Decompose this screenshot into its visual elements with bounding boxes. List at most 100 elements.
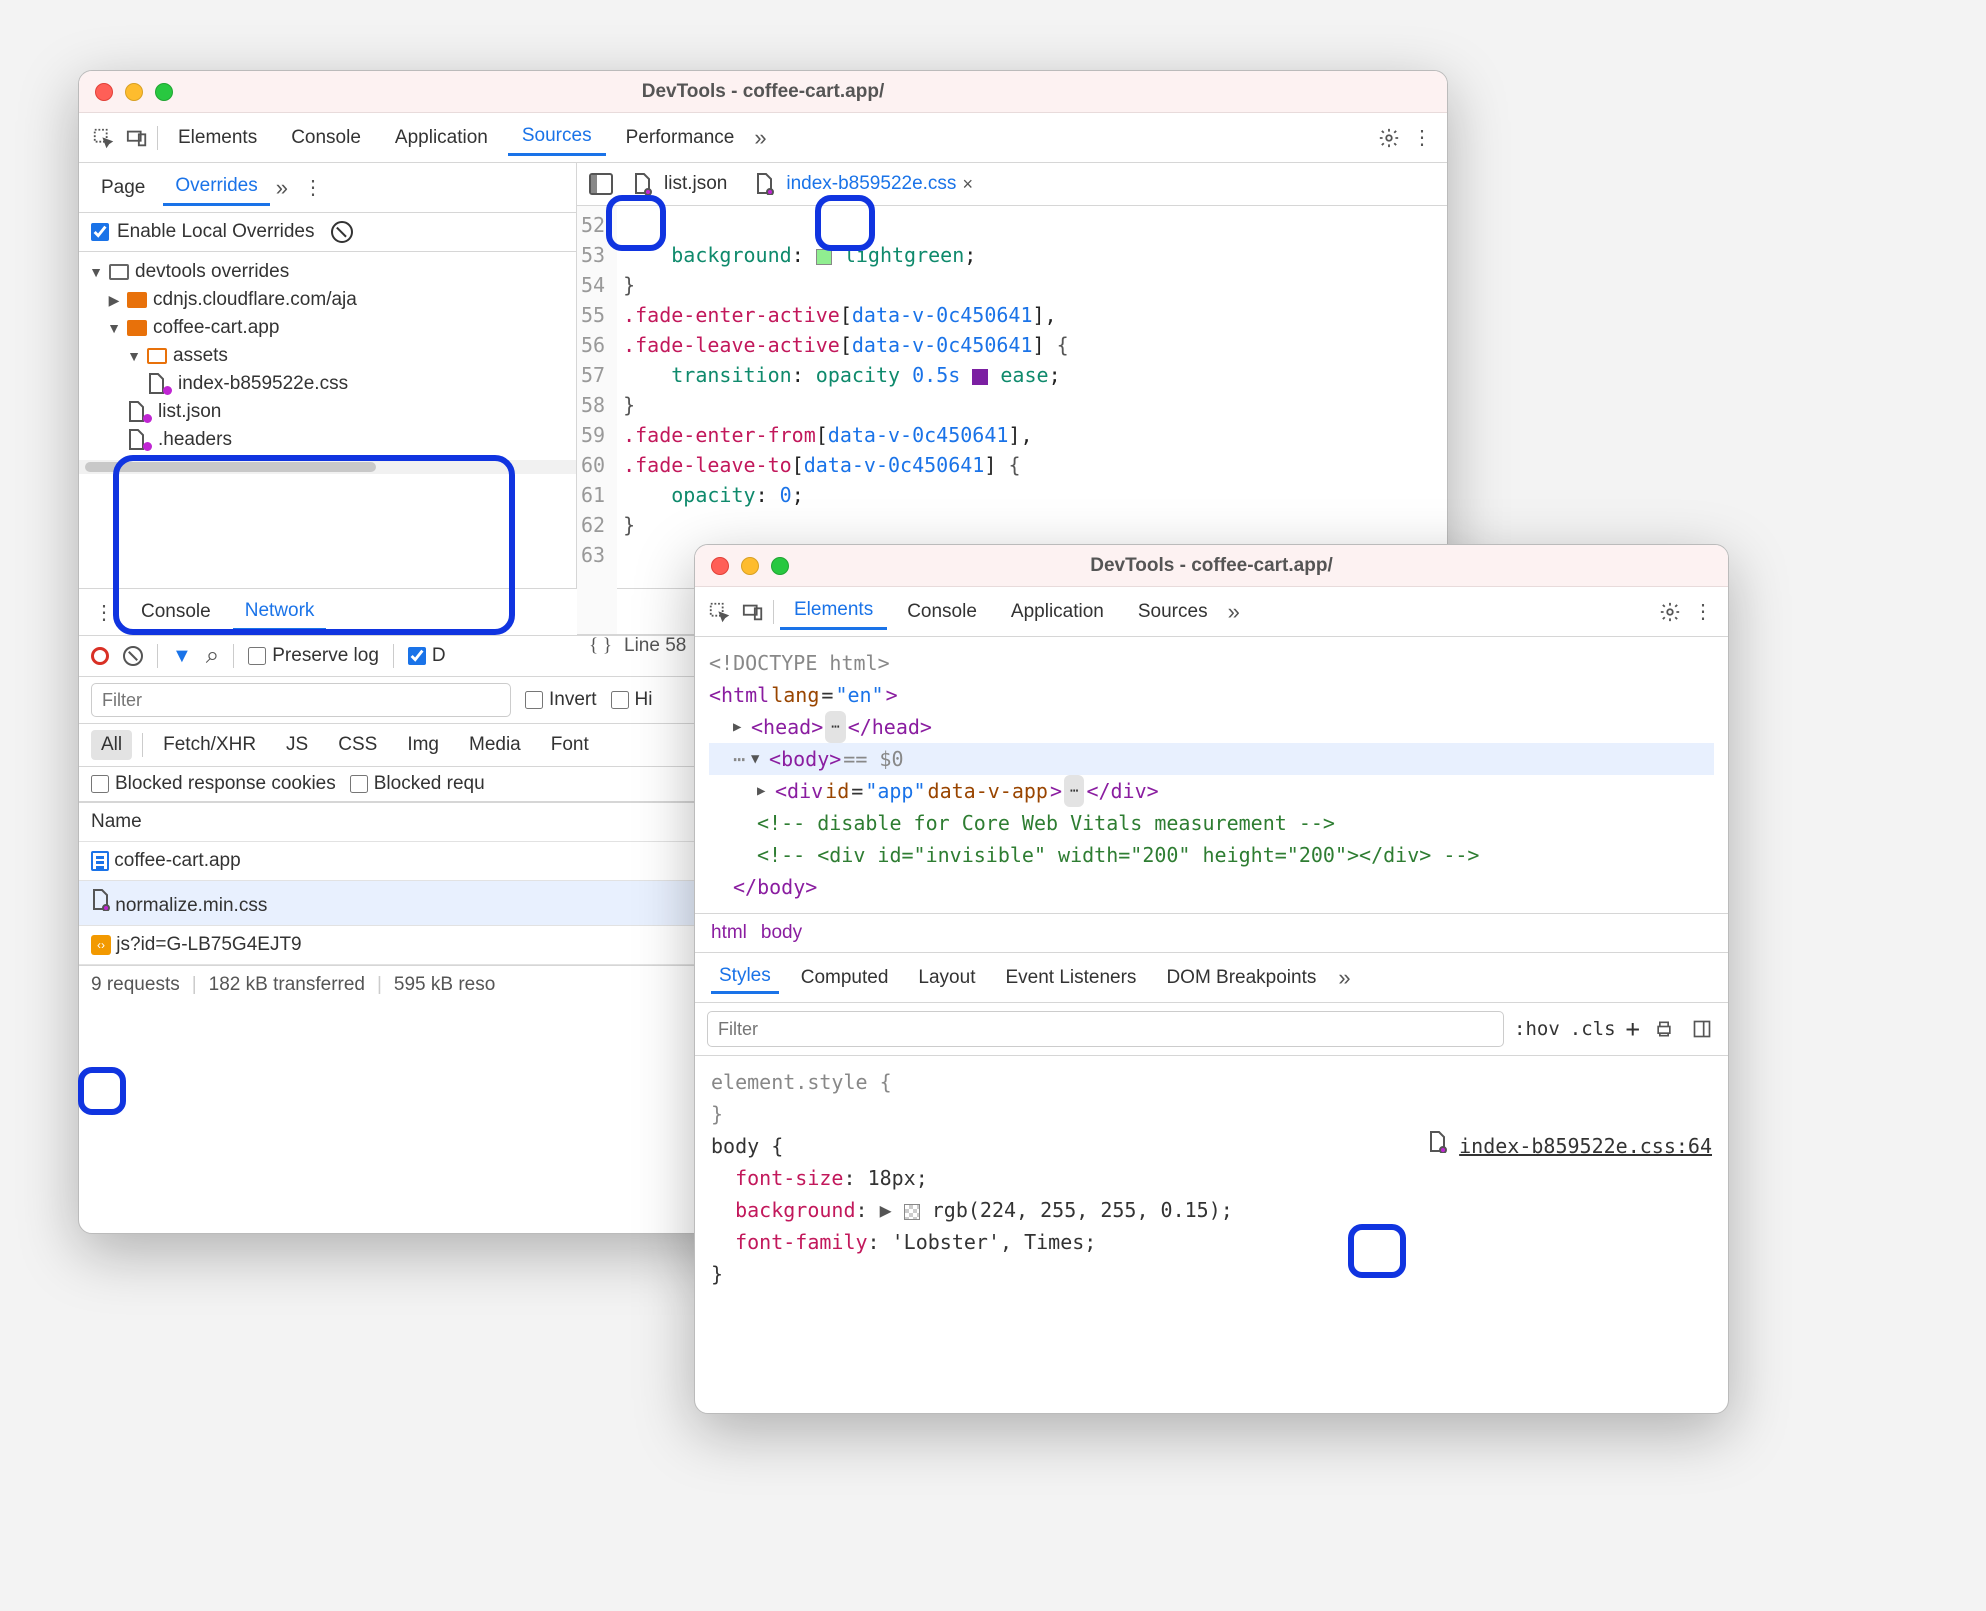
type-img[interactable]: Img	[397, 730, 449, 760]
tab-elements[interactable]: Elements	[780, 593, 887, 630]
selected-element-row[interactable]: ⋯▼<body> == $0	[709, 743, 1714, 775]
tab-console[interactable]: Console	[893, 595, 991, 629]
folder-icon	[127, 320, 147, 336]
tree-file[interactable]: list.json	[158, 401, 221, 423]
styles-tabstrip: Styles Computed Layout Event Listeners D…	[695, 953, 1728, 1003]
tab-dom-breakpoints[interactable]: DOM Breakpoints	[1158, 963, 1324, 993]
close-window[interactable]	[95, 83, 113, 101]
source-link[interactable]: index-b859522e.css:64	[1459, 1134, 1712, 1158]
type-css[interactable]: CSS	[328, 730, 387, 760]
close-window[interactable]	[711, 557, 729, 575]
tab-sources[interactable]: Sources	[508, 119, 606, 156]
dom-tree[interactable]: <!DOCTYPE html> <html lang="en"> ▶<head>…	[695, 637, 1728, 913]
tree-root[interactable]: devtools overrides	[135, 261, 289, 283]
tab-computed[interactable]: Computed	[793, 963, 897, 993]
tree-item[interactable]: assets	[173, 345, 228, 367]
script-icon: ‹›	[91, 935, 111, 955]
drawer-tab-console[interactable]: Console	[129, 595, 223, 629]
type-media[interactable]: Media	[459, 730, 531, 760]
toggle-navigator-icon[interactable]	[587, 170, 615, 198]
enable-overrides-label: Enable Local Overrides	[117, 221, 315, 243]
clear-icon[interactable]	[123, 646, 143, 666]
document-icon	[91, 851, 109, 871]
filter-icon[interactable]: ▼	[172, 645, 192, 668]
type-js[interactable]: JS	[276, 730, 318, 760]
tab-overrides[interactable]: Overrides	[163, 169, 269, 206]
device-icon[interactable]	[739, 598, 767, 626]
tabs-overflow-icon[interactable]	[1228, 599, 1240, 625]
tab-layout[interactable]: Layout	[910, 963, 983, 993]
more-menu-icon[interactable]: ⋮	[1690, 598, 1718, 626]
search-icon[interactable]	[206, 642, 219, 670]
traffic-lights	[711, 557, 789, 575]
hov-toggle[interactable]: :hov	[1514, 1018, 1560, 1040]
editor-tabs: list.json index-b859522e.css ×	[577, 163, 1447, 206]
tree-item[interactable]: cdnjs.cloudflare.com/aja	[153, 289, 357, 311]
tab-page[interactable]: Page	[89, 171, 157, 205]
blocked-requests-checkbox[interactable]	[350, 775, 368, 793]
record-icon[interactable]	[91, 647, 109, 665]
tab-event-listeners[interactable]: Event Listeners	[997, 963, 1144, 993]
crumb-html[interactable]: html	[711, 922, 747, 944]
editor-tab-listjson[interactable]: list.json	[623, 169, 737, 199]
minimize-window[interactable]	[741, 557, 759, 575]
tree-item[interactable]: coffee-cart.app	[153, 317, 279, 339]
window-title: DevTools - coffee-cart.app/	[79, 81, 1447, 103]
network-filter-input[interactable]	[91, 683, 511, 717]
settings-gear-icon[interactable]	[1656, 598, 1684, 626]
drawer-tab-network[interactable]: Network	[233, 594, 327, 631]
zoom-window[interactable]	[155, 83, 173, 101]
inspect-icon[interactable]	[705, 598, 733, 626]
nav-overflow-icon[interactable]	[276, 175, 288, 201]
close-tab-icon[interactable]: ×	[962, 174, 973, 195]
minimize-window[interactable]	[125, 83, 143, 101]
tab-performance[interactable]: Performance	[612, 121, 749, 155]
type-all[interactable]: All	[91, 730, 132, 760]
print-icon[interactable]	[1650, 1015, 1678, 1043]
folder-icon	[109, 264, 129, 280]
tab-elements[interactable]: Elements	[164, 121, 271, 155]
computed-panel-icon[interactable]	[1688, 1015, 1716, 1043]
disable-cache-checkbox[interactable]	[408, 647, 426, 665]
sidebar-scrollbar[interactable]	[79, 460, 576, 474]
drawer-more-icon[interactable]: ⋮	[91, 598, 119, 626]
nav-more-icon[interactable]: ⋮	[300, 174, 328, 202]
blocked-requests-label: Blocked requ	[374, 773, 485, 795]
type-fetch[interactable]: Fetch/XHR	[153, 730, 266, 760]
tab-sources[interactable]: Sources	[1124, 595, 1222, 629]
tree-file[interactable]: index-b859522e.css	[178, 373, 348, 395]
preserve-log-checkbox[interactable]	[248, 647, 266, 665]
new-rule-icon[interactable]: +	[1626, 1015, 1640, 1043]
navigator-tabs: Page Overrides ⋮	[79, 163, 576, 213]
enable-overrides-checkbox[interactable]	[91, 223, 109, 241]
cls-toggle[interactable]: .cls	[1570, 1018, 1616, 1040]
line-gutter: 525354555657585960616263	[577, 206, 617, 634]
hide-checkbox[interactable]	[611, 691, 629, 709]
blocked-cookies-checkbox[interactable]	[91, 775, 109, 793]
tab-styles[interactable]: Styles	[711, 961, 779, 994]
styles-panel[interactable]: element.style { } body { index-b859522e.…	[695, 1056, 1728, 1300]
requests-count: 9 requests	[91, 974, 180, 996]
pretty-print-icon[interactable]: { }	[589, 635, 612, 657]
inspect-icon[interactable]	[89, 124, 117, 152]
clear-overrides-icon[interactable]	[331, 221, 353, 243]
zoom-window[interactable]	[771, 557, 789, 575]
window-title: DevTools - coffee-cart.app/	[695, 555, 1728, 577]
tab-console[interactable]: Console	[277, 121, 375, 155]
editor-tab-indexcss[interactable]: index-b859522e.css ×	[745, 169, 983, 199]
tab-application[interactable]: Application	[997, 595, 1118, 629]
styles-filter-input[interactable]	[707, 1011, 1504, 1047]
crumb-body[interactable]: body	[761, 922, 802, 944]
more-menu-icon[interactable]: ⋮	[1409, 124, 1437, 152]
tabs-overflow-icon[interactable]	[1338, 965, 1350, 991]
settings-gear-icon[interactable]	[1375, 124, 1403, 152]
tabs-overflow-icon[interactable]	[754, 125, 766, 151]
truncated-label: D	[432, 645, 446, 667]
type-font[interactable]: Font	[541, 730, 599, 760]
device-icon[interactable]	[123, 124, 151, 152]
tab-application[interactable]: Application	[381, 121, 502, 155]
tree-file[interactable]: .headers	[158, 429, 232, 451]
invert-checkbox[interactable]	[525, 691, 543, 709]
color-swatch-icon[interactable]	[904, 1204, 920, 1220]
override-file-icon	[91, 889, 110, 911]
